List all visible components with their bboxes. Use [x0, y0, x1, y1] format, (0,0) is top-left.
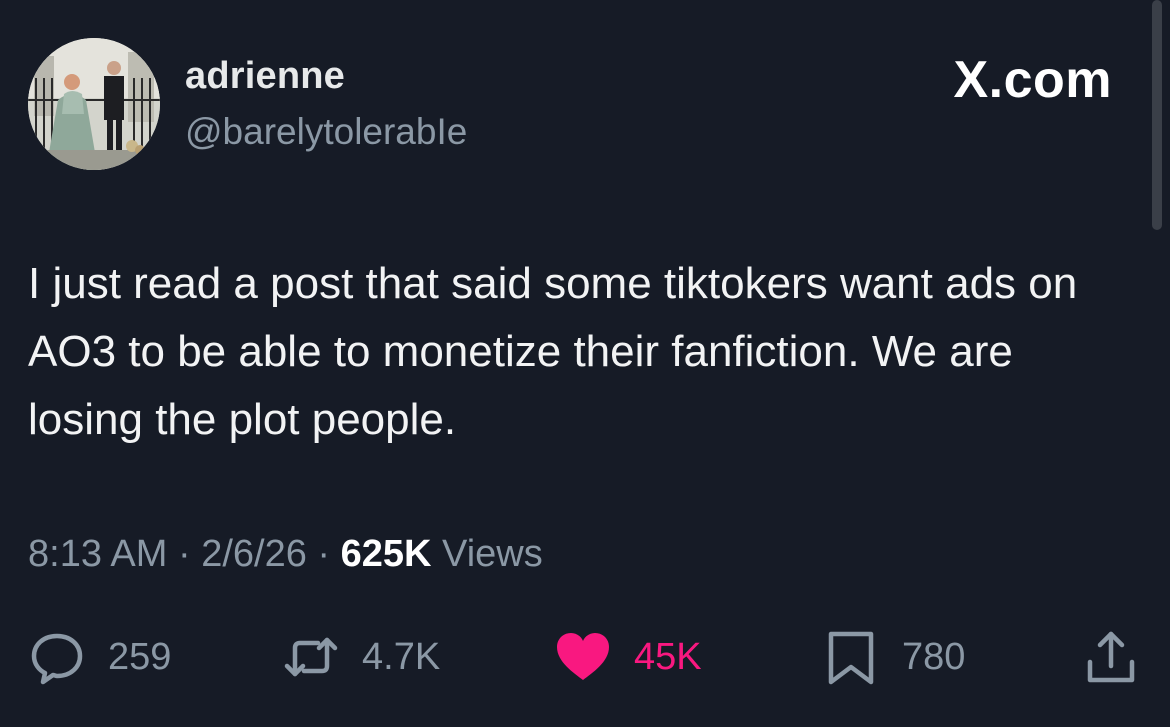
bookmark-button[interactable]: 780 [822, 625, 965, 689]
tweet-date[interactable]: 2/6/26 [201, 533, 307, 575]
bookmark-count: 780 [902, 635, 966, 678]
like-button[interactable]: 45K [554, 625, 702, 689]
author-handle[interactable]: @barelytolerabIe [185, 111, 467, 153]
like-count: 45K [634, 635, 702, 678]
reply-icon [28, 628, 86, 686]
avatar[interactable] [28, 38, 160, 170]
views-count[interactable]: 625K [341, 533, 432, 575]
repost-count: 4.7K [362, 635, 441, 678]
author-display-name[interactable]: adrienne [185, 55, 345, 98]
tweet-card: adrienne @barelytolerabIe X.com I just r… [0, 0, 1170, 727]
reply-count: 259 [108, 635, 172, 678]
scrollbar[interactable] [1152, 0, 1162, 230]
views-label: Views [442, 533, 543, 575]
tweet-meta: 8:13 AM · 2/6/26 · 625K Views [28, 533, 543, 576]
brand-wordmark: X.com [953, 51, 1112, 109]
heart-icon [554, 628, 612, 686]
meta-separator: · [177, 533, 191, 575]
repost-button[interactable]: 4.7K [282, 625, 440, 689]
action-bar: 259 4.7K 45K 780 [0, 625, 1170, 689]
share-button[interactable] [1082, 625, 1140, 689]
share-icon [1082, 628, 1140, 686]
meta-separator: · [317, 533, 331, 575]
tweet-text: I just read a post that said some tiktok… [28, 259, 1078, 444]
tweet-time[interactable]: 8:13 AM [28, 533, 167, 575]
reply-button[interactable]: 259 [28, 625, 171, 689]
repost-icon [282, 628, 340, 686]
bookmark-icon [822, 628, 880, 686]
